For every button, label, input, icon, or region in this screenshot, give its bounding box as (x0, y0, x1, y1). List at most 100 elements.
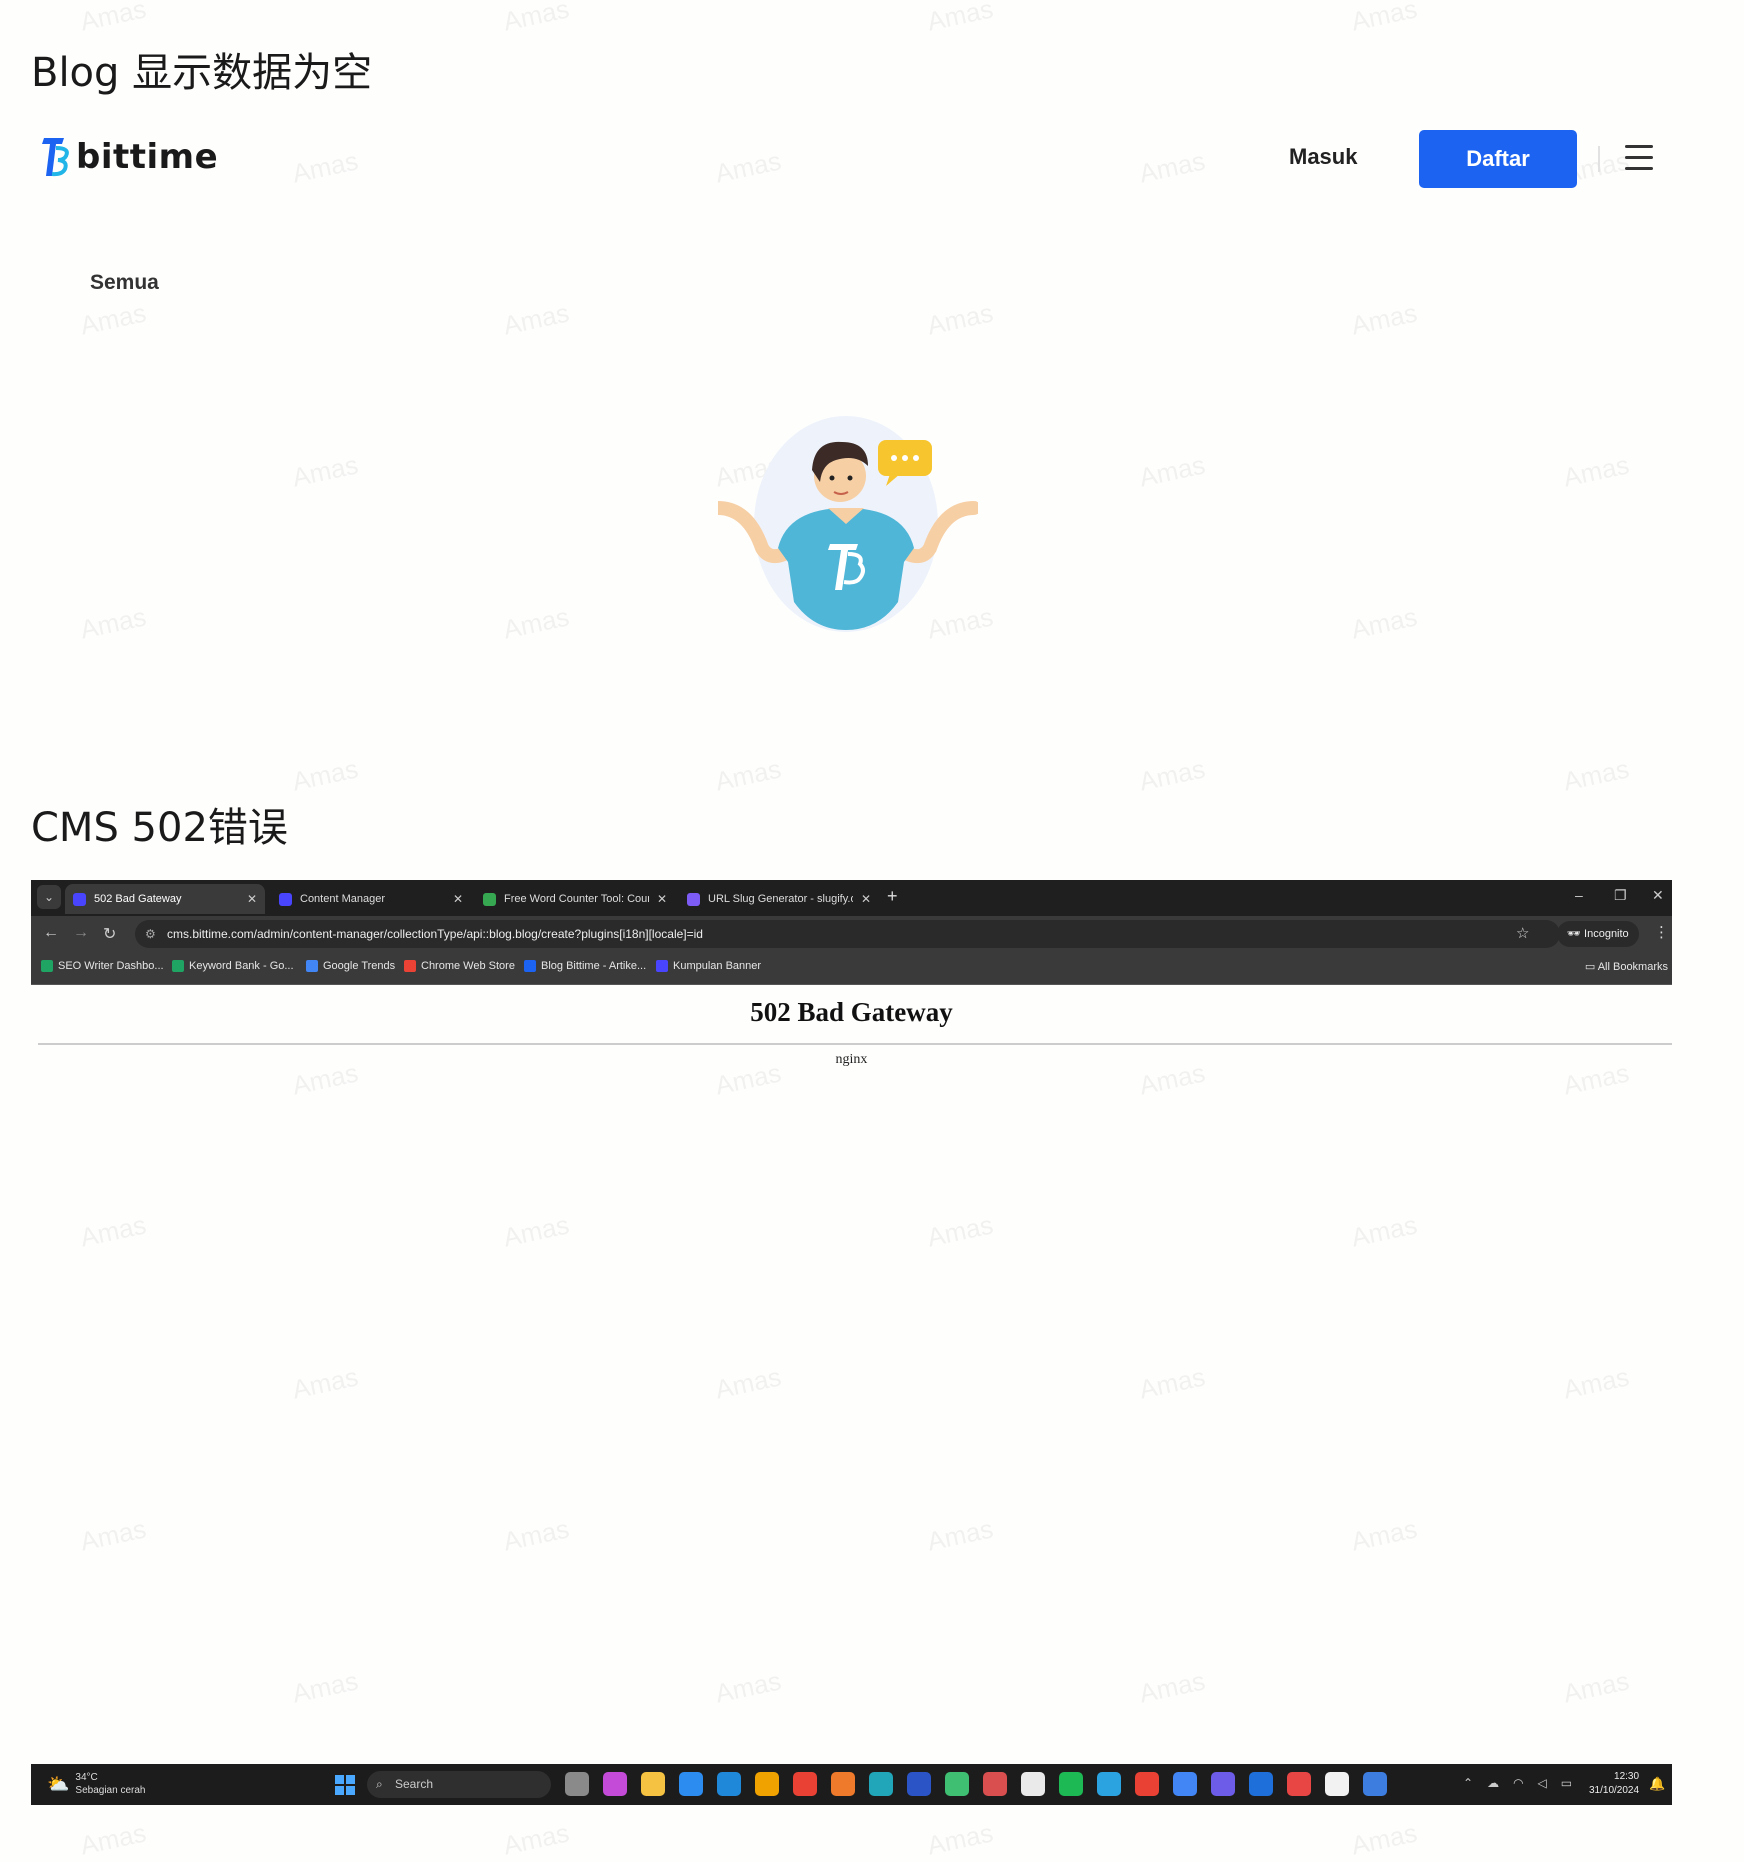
forward-icon[interactable]: → (73, 924, 89, 942)
weather-widget[interactable]: ⛅ 34°C Sebagian cerah (47, 1771, 145, 1797)
close-tab-icon[interactable]: ✕ (453, 892, 463, 906)
watermark-text: Amas (500, 601, 572, 645)
app-icon[interactable] (869, 1772, 893, 1796)
taskbar-apps (565, 1772, 1387, 1796)
volume-icon[interactable]: ◁ (1538, 1776, 1547, 1790)
browser-tab[interactable]: Free Word Counter Tool: Count ✕ (475, 884, 675, 914)
watermark-text: Amas (1560, 449, 1632, 493)
restore-icon[interactable]: ❐ (1614, 887, 1627, 904)
wordcounter-favicon-icon (483, 892, 496, 906)
watermark-text: Amas (500, 0, 572, 37)
incognito-indicator[interactable]: 🕶 Incognito (1557, 921, 1639, 947)
vscode-icon[interactable] (717, 1772, 741, 1796)
file-explorer-icon[interactable] (641, 1772, 665, 1796)
watermark-text: Amas (712, 145, 784, 189)
register-button[interactable]: Daftar (1419, 130, 1577, 188)
chrome-icon[interactable] (1173, 1772, 1197, 1796)
login-link[interactable]: Masuk (1289, 144, 1357, 170)
bookmark-item[interactable]: Kumpulan Banner (656, 960, 761, 972)
task-view-icon[interactable] (565, 1772, 589, 1796)
chrome-icon[interactable] (793, 1772, 817, 1796)
wifi-icon[interactable]: ◠ (1513, 1776, 1523, 1790)
category-tab-all[interactable]: Semua (90, 271, 159, 295)
bookmark-item[interactable]: Keyword Bank - Go... (172, 960, 294, 972)
bookmark-star-icon[interactable]: ☆ (1516, 924, 1529, 942)
watermark-text: Amas (1348, 297, 1420, 341)
slugify-favicon-icon (687, 892, 700, 906)
app-icon[interactable] (1363, 1772, 1387, 1796)
all-bookmarks-button[interactable]: ▭ All Bookmarks (1585, 960, 1668, 973)
metamask-icon[interactable] (831, 1772, 855, 1796)
site-info-icon[interactable]: ⚙ (145, 920, 156, 948)
app-icon[interactable] (1021, 1772, 1045, 1796)
watermark-text: Amas (1348, 1817, 1420, 1861)
app-icon[interactable] (1325, 1772, 1349, 1796)
strapi-favicon-icon (73, 892, 86, 906)
watermark-text: Amas (1560, 753, 1632, 797)
windows-taskbar: ⛅ 34°C Sebagian cerah ⌕ Search ⌃ ☁ ◠ ◁ ▭… (31, 1764, 1672, 1805)
copilot-icon[interactable] (603, 1772, 627, 1796)
close-tab-icon[interactable]: ✕ (657, 892, 667, 906)
close-window-icon[interactable]: ✕ (1652, 887, 1664, 904)
watermark-text: Amas (1136, 449, 1208, 493)
app-icon[interactable] (983, 1772, 1007, 1796)
battery-icon[interactable]: ▭ (1561, 1776, 1572, 1790)
error-page: 502 Bad Gateway nginx (31, 985, 1672, 1765)
close-tab-icon[interactable]: ✕ (247, 892, 257, 906)
cloud-icon[interactable]: ☁ (1487, 1776, 1499, 1790)
incognito-icon: 🕶 (1567, 928, 1585, 940)
telegram-icon[interactable] (1097, 1772, 1121, 1796)
search-icon: ⌕ (376, 1777, 383, 1791)
windows-start-icon[interactable] (335, 1775, 355, 1795)
app-icon[interactable] (1249, 1772, 1273, 1796)
close-tab-icon[interactable]: ✕ (861, 892, 871, 906)
watermark-text: Amas (289, 753, 361, 797)
header-divider (1598, 146, 1600, 172)
taskbar-clock[interactable]: 12:30 31/10/2024 (1589, 1770, 1639, 1798)
notification-bell-icon[interactable]: 🔔 (1649, 1776, 1665, 1792)
minimize-icon[interactable]: – (1575, 887, 1583, 903)
sheets-icon (172, 960, 184, 972)
bookmark-item[interactable]: Blog Bittime - Artike... (524, 960, 646, 972)
taskbar-search[interactable]: ⌕ Search (367, 1771, 551, 1798)
cms-section-title: CMS 502错误 (31, 805, 288, 851)
blog-section-title: Blog 显示数据为空 (31, 50, 373, 96)
watermark-text: Amas (77, 0, 149, 37)
browser-tab[interactable]: URL Slug Generator - slugify.on ✕ (679, 884, 879, 914)
browser-menu-icon[interactable]: ⋮ (1654, 923, 1669, 941)
watermark-text: Amas (1136, 753, 1208, 797)
back-icon[interactable]: ← (43, 924, 59, 942)
watermark-text: Amas (77, 297, 149, 341)
app-icon[interactable] (755, 1772, 779, 1796)
bookmarks-bar: SEO Writer Dashbo... Keyword Bank - Go..… (31, 952, 1672, 985)
browser-tab-bar: ⌄ 502 Bad Gateway ✕ Content Manager ✕ Fr… (31, 880, 1672, 916)
bittime-logo[interactable]: bittime (40, 134, 218, 180)
new-tab-icon[interactable]: + (887, 886, 898, 907)
chevron-up-icon[interactable]: ⌃ (1463, 1776, 1473, 1790)
url-input[interactable]: ⚙ cms.bittime.com/admin/content-manager/… (135, 920, 1560, 948)
bookmark-item[interactable]: Google Trends (306, 960, 395, 972)
browser-tab[interactable]: Content Manager ✕ (271, 884, 471, 914)
reload-icon[interactable]: ↻ (103, 924, 116, 944)
hamburger-menu-icon[interactable] (1625, 145, 1653, 171)
app-icon[interactable] (1287, 1772, 1311, 1796)
watermark-text: Amas (924, 0, 996, 37)
bittime-logo-icon (42, 138, 69, 177)
mail-icon[interactable] (679, 1772, 703, 1796)
bookmark-item[interactable]: Chrome Web Store (404, 960, 515, 972)
bookmark-item[interactable]: SEO Writer Dashbo... (41, 960, 164, 972)
chrome-icon[interactable] (1135, 1772, 1159, 1796)
empty-state-illustration (718, 416, 978, 632)
discord-icon[interactable] (1211, 1772, 1235, 1796)
app-icon[interactable] (945, 1772, 969, 1796)
watermark-text: Amas (500, 297, 572, 341)
watermark-text: Amas (77, 1817, 149, 1861)
error-heading: 502 Bad Gateway (750, 997, 953, 1027)
watermark-text: Amas (289, 449, 361, 493)
watermark-text: Amas (924, 297, 996, 341)
app-icon[interactable] (907, 1772, 931, 1796)
browser-tab[interactable]: 502 Bad Gateway ✕ (65, 884, 265, 914)
tab-search-icon[interactable]: ⌄ (37, 885, 61, 909)
watermark-text: Amas (1136, 145, 1208, 189)
spotify-icon[interactable] (1059, 1772, 1083, 1796)
